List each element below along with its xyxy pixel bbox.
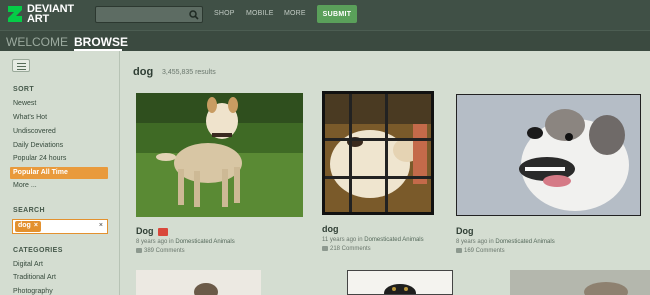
card-comments[interactable]: 169 Comments bbox=[456, 248, 505, 254]
nav-more[interactable]: MORE bbox=[284, 10, 306, 17]
comment-icon bbox=[136, 248, 142, 253]
card-meta: 11 years ago in Domesticated Animals bbox=[322, 237, 424, 243]
section-bar: WELCOME BROWSE bbox=[0, 30, 650, 51]
thumbnail-next-row-2[interactable] bbox=[347, 270, 453, 295]
tab-browse[interactable]: BROWSE bbox=[74, 35, 128, 49]
thumbnail-next-row-3[interactable] bbox=[510, 270, 650, 295]
thumbnail-dog-schnauzer[interactable] bbox=[456, 94, 641, 216]
card-age: 8 years ago in bbox=[136, 239, 176, 245]
category-item-photography[interactable]: Photography bbox=[13, 288, 53, 295]
card-comments-count: 169 Comments bbox=[464, 248, 505, 255]
card-comments-count: 218 Comments bbox=[330, 246, 371, 253]
search-icon[interactable] bbox=[185, 7, 202, 22]
comment-icon bbox=[322, 246, 328, 251]
tag-remove-icon[interactable]: × bbox=[34, 222, 38, 229]
tag-search-field[interactable]: dog × × bbox=[12, 219, 108, 234]
sort-item-popular-24-hours[interactable]: Popular 24 hours bbox=[13, 155, 66, 162]
comment-icon bbox=[456, 248, 462, 253]
search-heading: SEARCH bbox=[13, 207, 45, 214]
card-category-link[interactable]: Domesticated Animals bbox=[495, 239, 554, 245]
results-query: dog bbox=[133, 66, 154, 78]
clear-search-icon[interactable]: × bbox=[99, 222, 103, 229]
submit-button[interactable]: SUBMIT bbox=[317, 5, 357, 23]
tab-welcome[interactable]: WELCOME bbox=[6, 35, 68, 49]
menu-toggle-icon[interactable] bbox=[12, 59, 30, 72]
sidebar: SORT Newest What's Hot Undiscovered Dail… bbox=[0, 51, 120, 295]
sort-item-newest[interactable]: Newest bbox=[13, 100, 36, 107]
card-comments-count: 389 Comments bbox=[144, 248, 185, 255]
card-category-link[interactable]: Domesticated Animals bbox=[364, 237, 423, 243]
sort-item-undiscovered[interactable]: Undiscovered bbox=[13, 128, 56, 135]
sort-item-whats-hot[interactable]: What's Hot bbox=[13, 114, 47, 121]
card-age: 11 years ago in bbox=[322, 237, 365, 243]
sort-item-more[interactable]: More ... bbox=[13, 182, 37, 189]
card-comments[interactable]: 218 Comments bbox=[322, 246, 371, 252]
category-item-traditional-art[interactable]: Traditional Art bbox=[13, 274, 56, 281]
categories-heading: CATEGORIES bbox=[13, 247, 63, 254]
category-item-digital-art[interactable]: Digital Art bbox=[13, 261, 43, 268]
deviantart-logo[interactable]: DEVIANT ART bbox=[6, 4, 74, 25]
nav-shop[interactable]: SHOP bbox=[214, 10, 235, 17]
card-title[interactable]: Dog bbox=[456, 226, 474, 236]
card-category-link[interactable]: Domesticated Animals bbox=[175, 239, 234, 245]
thumbnail-dog-grass[interactable] bbox=[136, 93, 303, 217]
card-meta: 8 years ago in Domesticated Animals bbox=[456, 239, 555, 245]
card-title[interactable]: Dog bbox=[136, 226, 168, 236]
sort-heading: SORT bbox=[13, 86, 35, 93]
deviantart-logo-icon bbox=[6, 4, 24, 24]
card-age: 8 years ago in bbox=[456, 239, 496, 245]
sort-item-daily-deviations[interactable]: Daily Deviations bbox=[13, 142, 63, 149]
card-title-text: Dog bbox=[136, 226, 154, 236]
gift-badge-icon bbox=[157, 227, 168, 236]
thumbnail-next-row-1[interactable] bbox=[136, 270, 261, 295]
nav-mobile[interactable]: MOBILE bbox=[246, 10, 274, 17]
logo-line-2: ART bbox=[27, 13, 50, 25]
top-bar: DEVIANT ART SHOP MOBILE MORE SUBMIT bbox=[0, 0, 650, 30]
card-title[interactable]: dog bbox=[322, 224, 339, 234]
card-meta: 8 years ago in Domesticated Animals bbox=[136, 239, 235, 245]
card-comments[interactable]: 389 Comments bbox=[136, 248, 185, 254]
search-tag-label: dog bbox=[18, 222, 31, 229]
search-input[interactable] bbox=[95, 6, 203, 23]
search-tag[interactable]: dog × bbox=[15, 221, 41, 232]
thumbnail-dog-fence[interactable] bbox=[322, 91, 434, 215]
results-area: dog 3,455,835 results Dog 8 years ago in… bbox=[121, 51, 650, 295]
sort-item-popular-all-time[interactable]: Popular All Time bbox=[10, 167, 108, 179]
results-count: 3,455,835 results bbox=[162, 69, 216, 76]
